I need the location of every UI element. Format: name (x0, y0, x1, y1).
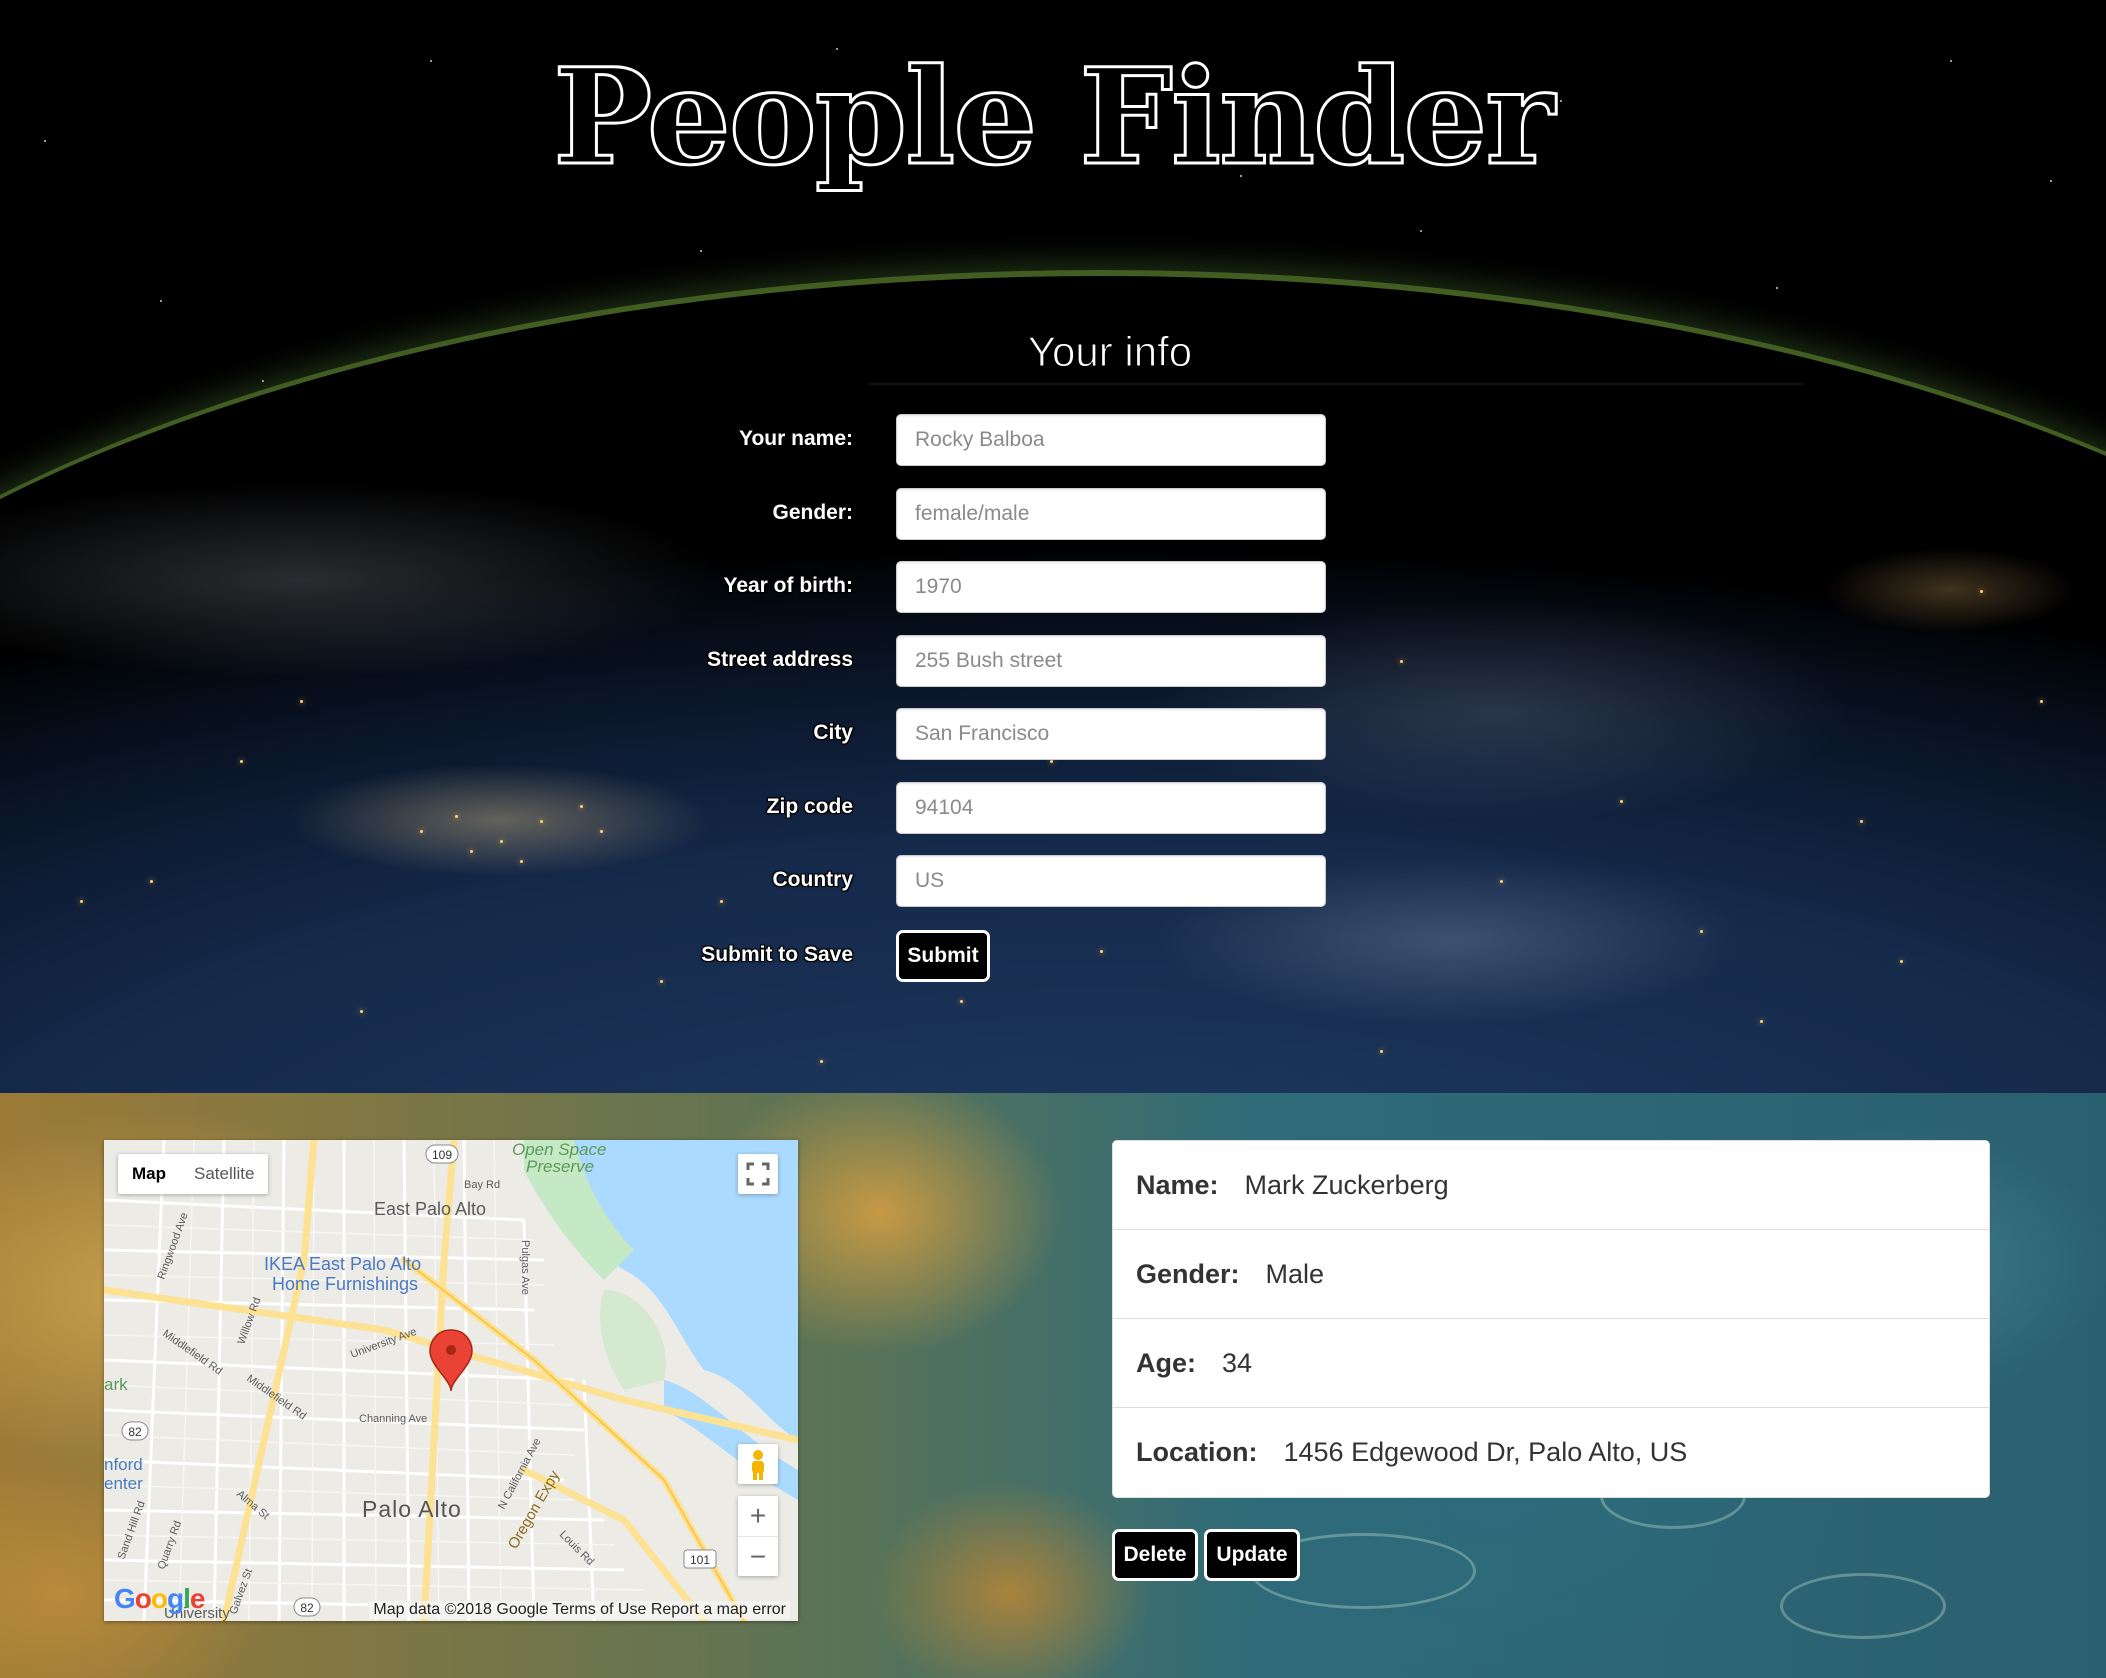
year-of-birth-input[interactable] (896, 561, 1326, 613)
form-row-year: Year of birth: (0, 561, 2106, 613)
map-label-stanford-2: enter (104, 1474, 143, 1493)
map-label-preserve: Preserve (526, 1157, 594, 1176)
person-gender-value: Male (1265, 1258, 1325, 1289)
person-card: Name: Mark Zuckerberg Gender: Male Age: … (1112, 1140, 1990, 1498)
map-footer: Google Map data ©2018 Google Terms of Us… (104, 1583, 798, 1621)
person-age-value: 34 (1222, 1347, 1253, 1378)
form-row-street: Street address (0, 635, 2106, 687)
fullscreen-icon (746, 1162, 770, 1186)
gender-input[interactable] (896, 488, 1326, 540)
person-gender-key: Gender: (1136, 1258, 1240, 1289)
gender-label: Gender: (772, 501, 853, 524)
person-gender-row: Gender: Male (1113, 1230, 1989, 1319)
name-label: Your name: (739, 427, 853, 450)
google-logo: Google (114, 1583, 205, 1614)
person-age-key: Age: (1136, 1347, 1196, 1378)
map-label-east-palo-alto: East Palo Alto (374, 1199, 486, 1219)
map-label-palo-alto: Palo Alto (362, 1496, 462, 1522)
zoom-in-button[interactable]: + (738, 1496, 778, 1537)
fullscreen-button[interactable] (738, 1154, 778, 1194)
country-label: Country (772, 868, 854, 891)
section-title-your-info: Your info (1027, 328, 1193, 376)
map-type-satellite-button[interactable]: Satellite (180, 1154, 268, 1194)
city-label: City (813, 721, 853, 744)
map-label-ark: ark (104, 1375, 128, 1394)
highway-101-shield: 101 (690, 1553, 710, 1567)
street-address-input[interactable] (896, 635, 1326, 687)
highway-82-shield: 82 (128, 1425, 142, 1439)
street-address-label: Street address (707, 648, 853, 671)
form-row-city: City (0, 708, 2106, 760)
country-input[interactable] (896, 855, 1326, 907)
delete-button[interactable]: Delete (1112, 1529, 1198, 1581)
person-name-row: Name: Mark Zuckerberg (1113, 1141, 1989, 1230)
map-type-control: Map Satellite (118, 1154, 269, 1194)
zip-code-input[interactable] (896, 782, 1326, 834)
pegman-icon (752, 1450, 764, 1480)
submit-to-save-label: Submit to Save (701, 943, 853, 966)
person-location-row: Location: 1456 Edgewood Dr, Palo Alto, U… (1113, 1408, 1989, 1497)
zip-code-label: Zip code (766, 795, 853, 818)
update-button[interactable]: Update (1204, 1529, 1300, 1581)
highway-109-shield: 109 (432, 1148, 452, 1162)
year-of-birth-label: Year of birth: (723, 574, 853, 597)
map-label-pulgas: Pulgas Ave (519, 1240, 531, 1295)
submit-button[interactable]: Submit (896, 930, 990, 982)
person-name-key: Name: (1136, 1169, 1219, 1200)
map-label-stanford-1: nford (104, 1455, 143, 1474)
form-row-zip: Zip code (0, 782, 2106, 834)
page-title: People Finder (552, 39, 1557, 197)
google-map[interactable]: Open Space Preserve East Palo Alto IKEA … (104, 1140, 798, 1621)
person-age-row: Age: 34 (1113, 1319, 1989, 1408)
form-row-gender: Gender: (0, 488, 2106, 540)
map-canvas[interactable]: Open Space Preserve East Palo Alto IKEA … (104, 1140, 798, 1621)
form-row-country: Country (0, 855, 2106, 907)
section-divider (868, 383, 1804, 385)
form-row-name: Your name: (0, 414, 2106, 466)
map-label-ikea-1: IKEA East Palo Alto (264, 1254, 421, 1274)
map-label-ikea-2: Home Furnishings (272, 1274, 418, 1294)
map-label-channing: Channing Ave (359, 1413, 427, 1425)
person-location-key: Location: (1136, 1437, 1258, 1467)
map-attribution[interactable]: Map data ©2018 Google Terms of Use Repor… (369, 1601, 790, 1619)
city-input[interactable] (896, 708, 1326, 760)
zoom-out-button[interactable]: − (738, 1537, 778, 1576)
street-view-button[interactable] (738, 1444, 778, 1484)
name-input[interactable] (896, 414, 1326, 466)
map-label-bay-rd: Bay Rd (464, 1179, 500, 1191)
form-row-submit: Submit to Save Submit (0, 930, 2106, 982)
person-name-value: Mark Zuckerberg (1244, 1169, 1449, 1200)
person-location-value: 1456 Edgewood Dr, Palo Alto, US (1283, 1437, 1688, 1467)
zoom-control: + − (738, 1496, 778, 1576)
map-type-map-button[interactable]: Map (118, 1154, 180, 1194)
